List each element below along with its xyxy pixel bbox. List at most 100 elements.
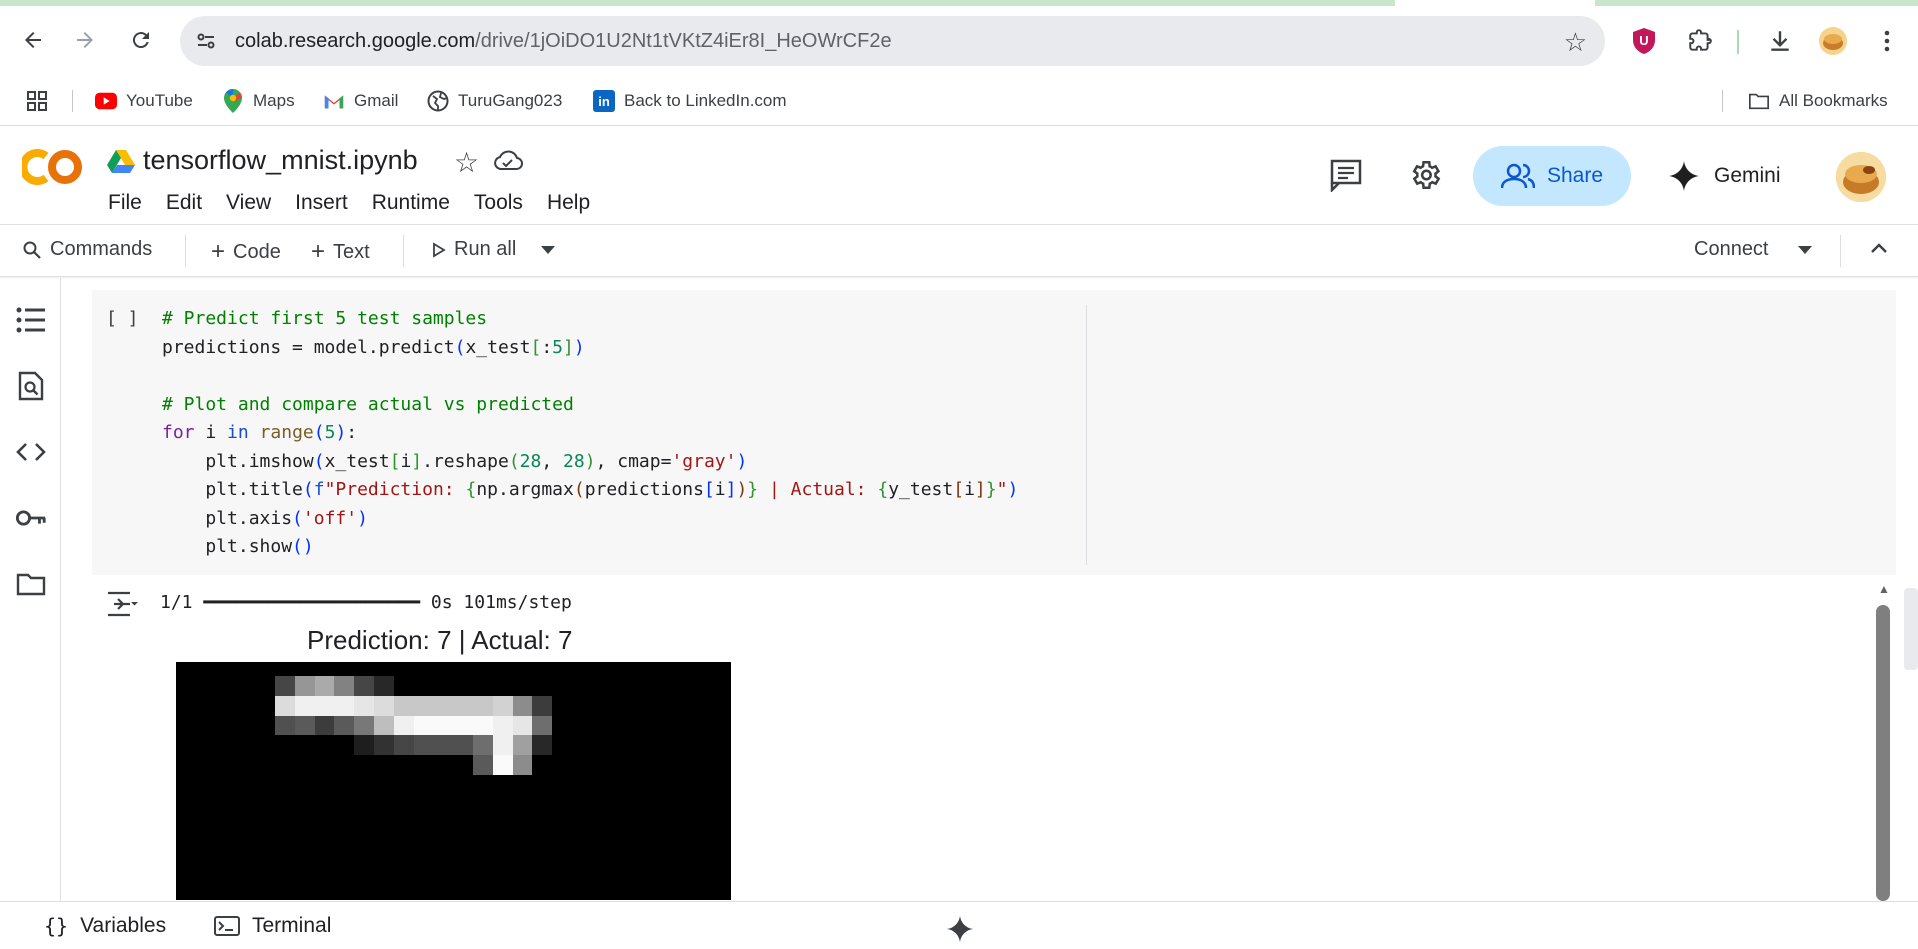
download-icon[interactable] (1765, 26, 1795, 56)
youtube-icon (95, 90, 117, 112)
reload-icon (132, 32, 149, 49)
profile-avatar-small[interactable] (1818, 26, 1848, 56)
user-avatar[interactable] (1836, 152, 1886, 202)
left-sidebar (0, 278, 61, 901)
code-cell[interactable]: [ ] # Predict first 5 test samples predi… (92, 290, 1896, 575)
progress-output-text: 1/1 ━━━━━━━━━━━━━━━━━━━━ 0s 101ms/step (160, 592, 572, 613)
search-icon (23, 241, 41, 259)
globe-icon (427, 90, 449, 112)
code-line: plt.axis('off') (162, 507, 368, 529)
menu-runtime[interactable]: Runtime (372, 191, 450, 215)
plot-title: Prediction: 7 | Actual: 7 (307, 625, 573, 655)
bookmark-gmail[interactable]: Gmail (323, 86, 398, 116)
extensions-puzzle-icon[interactable] (1685, 26, 1715, 56)
menu-view[interactable]: View (226, 191, 271, 215)
digit-pixel (413, 735, 434, 756)
table-of-contents-icon[interactable] (15, 304, 47, 336)
menu-edit[interactable]: Edit (166, 191, 202, 215)
chevron-up-icon (1871, 243, 1887, 253)
code-editor[interactable]: # Predict first 5 test samples predictio… (162, 305, 1018, 562)
digit-pixel (532, 735, 553, 756)
digit-pixel (275, 676, 295, 696)
collapse-header-button[interactable] (1870, 242, 1888, 254)
share-label: Share (1546, 164, 1604, 187)
variables-label: Variables (80, 914, 167, 937)
cloud-saved-icon[interactable] (493, 149, 523, 178)
code-line: plt.imshow(x_test[i].reshape(28, 28), cm… (162, 450, 748, 472)
url-host: colab.research.google.com (235, 30, 476, 52)
menu-insert[interactable]: Insert (295, 191, 348, 215)
gemini-bottom-icon[interactable] (946, 915, 974, 943)
bookmark-youtube[interactable]: YouTube (95, 86, 193, 116)
code-line: predictions = model.predict(x_test[:5]) (162, 336, 585, 358)
digit-pixel (354, 676, 374, 696)
share-button[interactable]: Share (1473, 146, 1631, 206)
page-scrollbar-thumb[interactable] (1904, 588, 1918, 670)
comment-icon[interactable] (1329, 158, 1365, 194)
add-text-button[interactable]: + Text (311, 238, 370, 266)
secrets-key-icon[interactable] (15, 502, 47, 534)
code-line: for i in range(5): (162, 422, 358, 443)
digit-pixel (314, 676, 335, 696)
digit-pixel (374, 735, 394, 756)
site-settings-icon[interactable] (194, 29, 218, 53)
notebook-title[interactable]: tensorflow_mnist.ipynb (143, 145, 418, 176)
digit-pixel (532, 695, 553, 716)
linkedin-icon: in (593, 90, 615, 112)
bottom-bar: {} Variables Terminal (0, 901, 1918, 949)
run-all-dropdown[interactable] (540, 245, 556, 255)
commands-label: Commands (50, 238, 153, 260)
menu-file[interactable]: File (108, 191, 142, 215)
google-drive-icon[interactable] (107, 149, 135, 178)
reload-button[interactable] (124, 23, 158, 57)
digit-pixel (453, 715, 473, 736)
browser-menu-icon[interactable] (1872, 26, 1902, 56)
omnibox[interactable]: colab.research.google.com/drive/1jOiDO1U… (180, 16, 1605, 66)
all-bookmarks-button[interactable]: All Bookmarks (1748, 86, 1888, 116)
ublock-extension-icon[interactable]: U (1629, 26, 1659, 56)
digit-pixel (374, 695, 394, 716)
connect-dropdown[interactable] (1797, 245, 1813, 255)
digit-image-plot (176, 662, 731, 900)
variables-button[interactable]: {} Variables (44, 914, 166, 938)
find-replace-icon[interactable] (15, 370, 47, 402)
bookmark-maps[interactable]: Maps (222, 86, 295, 116)
bookmark-turugang[interactable]: TuruGang023 (427, 86, 562, 116)
cell-divider (1086, 305, 1087, 565)
code-line: # Plot and compare actual vs predicted (162, 393, 574, 415)
settings-gear-icon[interactable] (1408, 158, 1444, 194)
forward-button[interactable] (68, 23, 102, 57)
bookmark-linkedin[interactable]: in Back to LinkedIn.com (593, 86, 787, 116)
colab-logo[interactable] (19, 147, 84, 187)
digit-pixel (393, 735, 414, 756)
menu-tools[interactable]: Tools (474, 191, 523, 215)
code-line: plt.show() (162, 536, 314, 557)
digit-pixel (433, 735, 454, 756)
terminal-button[interactable]: Terminal (214, 914, 331, 938)
digit-pixel (433, 695, 454, 716)
scroll-up-arrow-icon[interactable]: ▲ (1876, 582, 1892, 596)
bookmark-star-icon[interactable]: ☆ (1564, 27, 1587, 58)
bookmark-label: TuruGang023 (458, 91, 563, 110)
run-all-button[interactable]: Run all (432, 238, 516, 261)
run-cell-bracket[interactable]: [ ] (106, 308, 139, 329)
connect-button[interactable]: Connect (1694, 238, 1769, 261)
digit-pixel (334, 715, 355, 736)
digit-pixel (413, 715, 434, 736)
gemini-button[interactable]: Gemini (1668, 146, 1808, 206)
files-folder-icon[interactable] (15, 568, 47, 600)
terminal-label: Terminal (252, 914, 332, 937)
output-scrollbar-thumb[interactable] (1876, 605, 1890, 901)
menu-help[interactable]: Help (547, 191, 590, 215)
star-notebook-icon[interactable]: ☆ (454, 146, 479, 179)
add-code-button[interactable]: + Code (211, 238, 281, 266)
bookmark-label: Maps (253, 91, 295, 110)
digit-pixel (354, 735, 374, 756)
url-text[interactable]: colab.research.google.com/drive/1jOiDO1U… (235, 30, 892, 53)
back-button[interactable] (16, 23, 50, 57)
apps-grid-icon[interactable] (26, 86, 48, 116)
output-actions-icon[interactable] (106, 590, 138, 623)
commands-button[interactable]: Commands (22, 238, 152, 261)
digit-pixel (453, 695, 473, 716)
code-snippets-icon[interactable] (15, 436, 47, 468)
